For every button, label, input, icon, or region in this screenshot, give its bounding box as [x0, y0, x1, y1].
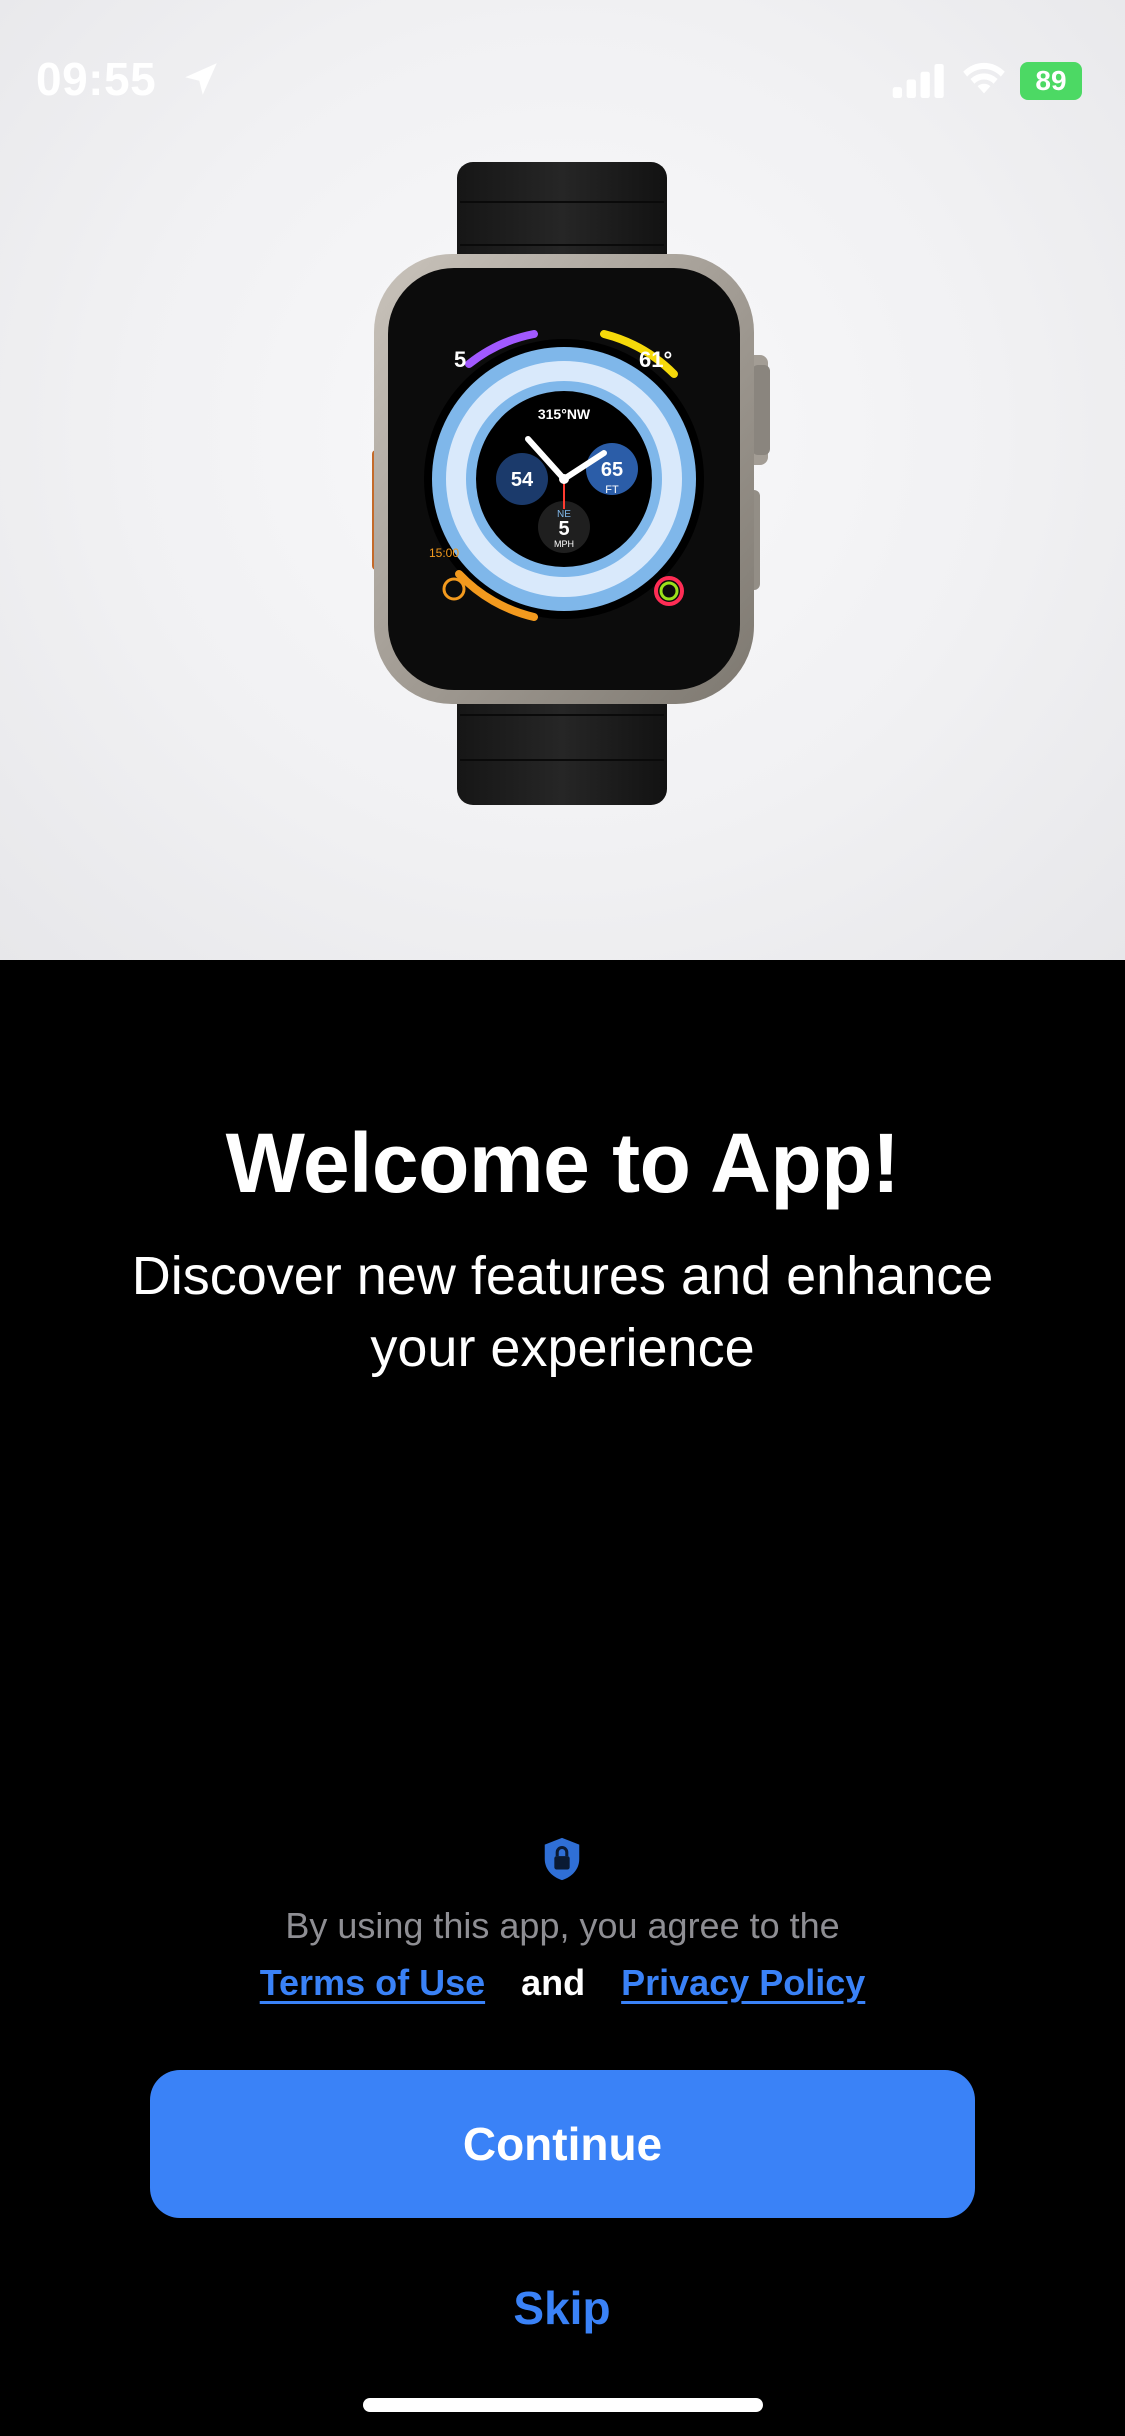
- svg-text:MPH: MPH: [554, 539, 574, 549]
- welcome-title: Welcome to App!: [225, 1116, 900, 1210]
- lock-shield-icon: [544, 1837, 580, 1881]
- cellular-signal-icon: [892, 64, 944, 98]
- legal-links: Terms of Use and Privacy Policy: [0, 1962, 1125, 2004]
- apple-watch-image: 315°NW 54 65 FT NE 5 MPH 5 61° 15:00: [372, 162, 770, 805]
- onboarding-screen: 315°NW 54 65 FT NE 5 MPH 5 61° 15:00 09:…: [0, 0, 1125, 2436]
- svg-text:FT: FT: [605, 484, 619, 496]
- svg-text:65: 65: [601, 459, 623, 481]
- svg-text:5: 5: [558, 518, 569, 540]
- continue-button[interactable]: Continue: [150, 2070, 975, 2218]
- home-indicator: [363, 2398, 763, 2412]
- location-arrow-icon: [185, 63, 217, 95]
- status-time: 09:55: [36, 53, 157, 105]
- agreement-text: By using this app, you agree to the: [285, 1905, 840, 1946]
- svg-text:54: 54: [511, 469, 534, 491]
- status-bar: 09:55 89: [0, 0, 1125, 150]
- terms-of-use-link[interactable]: Terms of Use: [260, 1962, 485, 2004]
- svg-text:61°: 61°: [639, 347, 672, 372]
- skip-button[interactable]: Skip: [462, 2275, 662, 2341]
- wifi-icon: [963, 62, 1005, 94]
- battery-charging-icon: 89: [1020, 62, 1082, 100]
- svg-text:5: 5: [454, 347, 466, 372]
- and-text: and: [521, 1962, 586, 2003]
- battery-level: 89: [1035, 65, 1067, 96]
- svg-text:15:00: 15:00: [429, 546, 459, 560]
- welcome-subtitle: Discover new features and enhance your e…: [131, 1246, 994, 1378]
- privacy-policy-link[interactable]: Privacy Policy: [621, 1962, 865, 2004]
- svg-text:315°NW: 315°NW: [538, 406, 591, 422]
